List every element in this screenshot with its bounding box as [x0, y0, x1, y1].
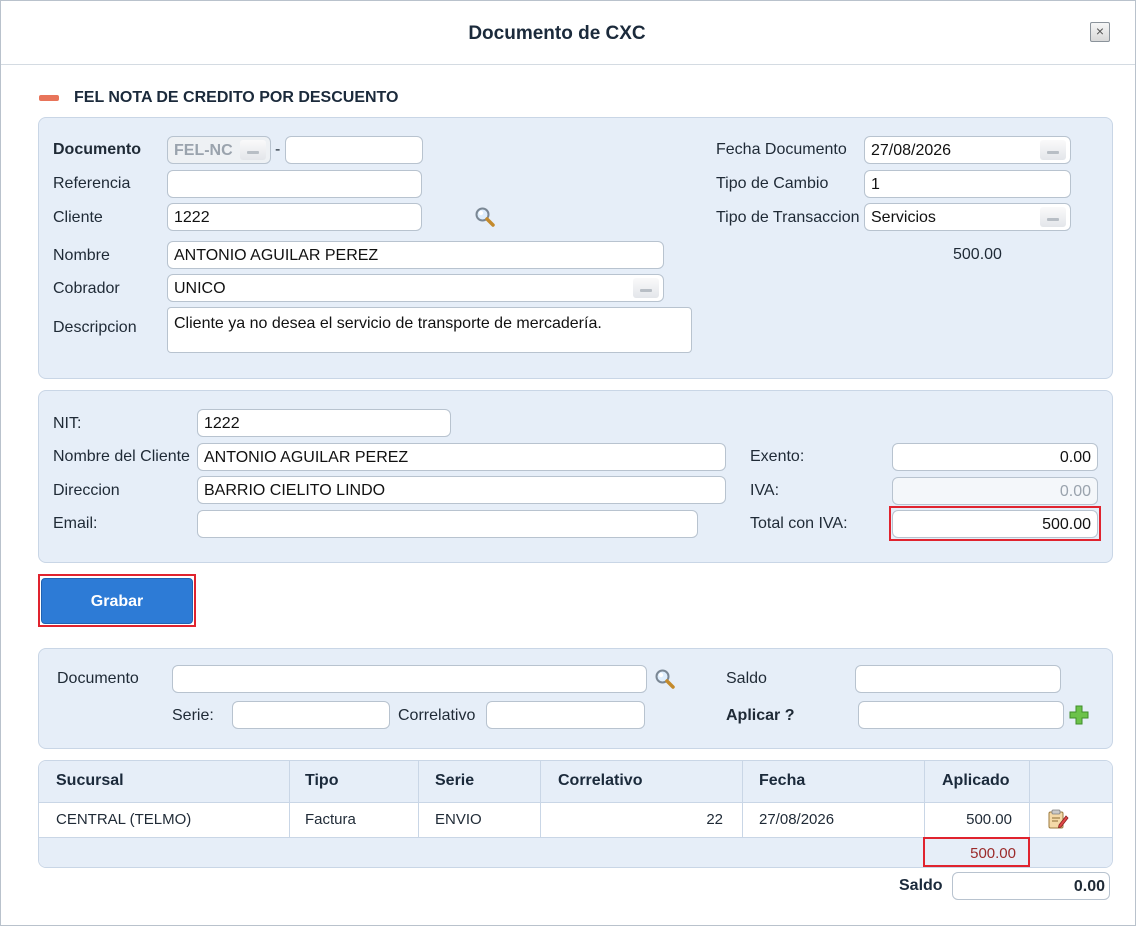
nit-label: NIT:	[53, 415, 82, 432]
cliente-input[interactable]: 1222	[167, 203, 422, 231]
fecha-documento-label: Fecha Documento	[716, 141, 847, 158]
exento-label: Exento:	[750, 448, 805, 465]
close-button[interactable]: ×	[1090, 22, 1110, 42]
fecha-documento-picker[interactable]: 27/08/2026	[864, 136, 1071, 164]
documento-serie-select[interactable]: FEL-NC	[167, 136, 271, 164]
column-header-tipo[interactable]: Tipo	[305, 772, 338, 790]
nit-input[interactable]: 1222	[197, 409, 451, 437]
saldo-apply-input[interactable]	[855, 665, 1061, 693]
cxc-document-dialog: Documento de CXC × FEL NOTA DE CREDITO P…	[0, 0, 1136, 926]
column-divider	[540, 761, 541, 837]
nombre-cliente-label: Nombre del Cliente	[53, 448, 190, 465]
section-title: FEL NOTA DE CREDITO POR DESCUENTO	[74, 89, 399, 106]
cobrador-value: UNICO	[174, 280, 226, 297]
saldo-apply-label: Saldo	[726, 670, 767, 687]
documento-serie-value: FEL-NC	[174, 142, 233, 159]
dropdown-arrow-icon[interactable]	[240, 140, 266, 160]
correlativo-label: Correlativo	[398, 707, 476, 724]
cliente-label: Cliente	[53, 209, 103, 226]
serie-label: Serie:	[172, 707, 214, 724]
documento-numero-input[interactable]	[285, 136, 423, 164]
documento-separator: -	[275, 141, 281, 158]
apply-documento-input[interactable]	[172, 665, 647, 693]
tipo-cambio-label: Tipo de Cambio	[716, 175, 829, 192]
column-divider	[418, 761, 419, 837]
correlativo-input[interactable]	[486, 701, 645, 729]
document-amount: 500.00	[953, 246, 1002, 263]
descripcion-label: Descripcion	[53, 319, 137, 336]
exento-input[interactable]: 0.00	[892, 443, 1098, 471]
total-highlight-frame	[889, 506, 1101, 541]
descripcion-textarea[interactable]: Cliente ya no desea el servicio de trans…	[167, 307, 692, 353]
nombre-input[interactable]: ANTONIO AGUILAR PEREZ	[167, 241, 664, 269]
column-divider	[289, 761, 290, 837]
apply-document-panel	[38, 648, 1113, 749]
cobrador-select[interactable]: UNICO	[167, 274, 664, 302]
collapse-icon[interactable]	[39, 95, 59, 101]
column-header-sucursal[interactable]: Sucursal	[56, 772, 124, 790]
column-header-correlativo[interactable]: Correlativo	[558, 772, 642, 790]
cell-serie: ENVIO	[435, 811, 482, 828]
tipo-transaccion-value: Servicios	[871, 209, 936, 226]
email-label: Email:	[53, 515, 98, 532]
aplicar-label: Aplicar ?	[726, 707, 795, 724]
column-header-serie[interactable]: Serie	[435, 772, 474, 790]
dialog-title: Documento de CXC	[468, 23, 646, 44]
serie-input[interactable]	[232, 701, 390, 729]
column-divider	[924, 761, 925, 837]
tipo-transaccion-label: Tipo de Transaccion	[716, 209, 860, 226]
edit-row-icon[interactable]	[1047, 808, 1069, 830]
column-divider	[1029, 761, 1030, 837]
dropdown-arrow-icon[interactable]	[1040, 207, 1066, 227]
nombre-cliente-input[interactable]: ANTONIO AGUILAR PEREZ	[197, 443, 726, 471]
email-input[interactable]	[197, 510, 698, 538]
nombre-label: Nombre	[53, 247, 110, 264]
search-cliente-icon[interactable]	[474, 206, 496, 228]
fecha-documento-value: 27/08/2026	[871, 142, 952, 159]
cell-aplicado: 500.00	[966, 811, 1012, 828]
cell-sucursal: CENTRAL (TELMO)	[56, 811, 192, 828]
saldo-value: 0.00	[952, 872, 1110, 900]
column-divider	[742, 761, 743, 837]
saldo-label: Saldo	[899, 877, 943, 894]
dropdown-arrow-icon[interactable]	[633, 278, 659, 298]
referencia-input[interactable]	[167, 170, 422, 198]
search-documento-icon[interactable]	[654, 668, 676, 690]
total-iva-label: Total con IVA:	[750, 515, 848, 532]
cell-fecha: 27/08/2026	[759, 811, 835, 828]
direccion-input[interactable]: BARRIO CIELITO LINDO	[197, 476, 726, 504]
cobrador-label: Cobrador	[53, 280, 120, 297]
tipo-cambio-input[interactable]: 1	[864, 170, 1071, 198]
grabar-highlight-frame	[38, 574, 196, 627]
iva-label: IVA:	[750, 482, 780, 499]
cell-correlativo: 22	[706, 811, 723, 828]
iva-input: 0.00	[892, 477, 1098, 505]
column-header-fecha[interactable]: Fecha	[759, 772, 805, 790]
add-icon[interactable]	[1069, 705, 1089, 725]
calendar-icon[interactable]	[1040, 140, 1066, 160]
documento-label: Documento	[53, 141, 141, 158]
apply-documento-label: Documento	[57, 670, 139, 687]
tipo-transaccion-select[interactable]: Servicios	[864, 203, 1071, 231]
cell-tipo: Factura	[305, 811, 356, 828]
aplicar-input[interactable]	[858, 701, 1064, 729]
column-header-aplicado[interactable]: Aplicado	[942, 772, 1010, 790]
direccion-label: Direccion	[53, 482, 120, 499]
referencia-label: Referencia	[53, 175, 131, 192]
total-aplicado-highlight-frame	[923, 837, 1030, 867]
dialog-titlebar: Documento de CXC ×	[1, 1, 1135, 65]
